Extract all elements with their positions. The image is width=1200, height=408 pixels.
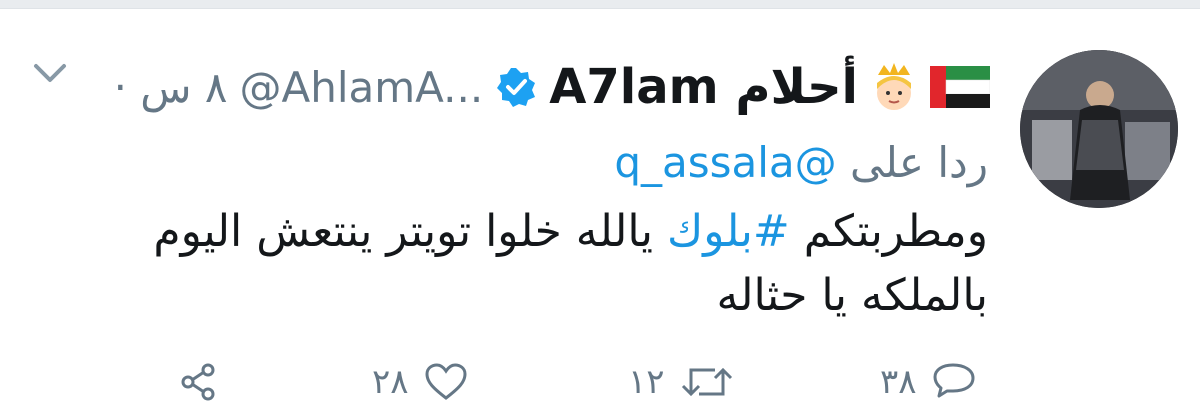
share-button[interactable]: [178, 362, 218, 402]
verified-badge-icon: [497, 68, 536, 107]
timestamp[interactable]: · ٨ س: [114, 63, 228, 112]
reply-mention-link[interactable]: @q_assala: [614, 138, 836, 187]
avatar-image: [1020, 50, 1178, 208]
tweet-actions: ٢٨ ١٢ ٣٨: [0, 362, 1200, 408]
retweet-icon: [681, 367, 732, 397]
reply-button[interactable]: ٣٨: [880, 362, 977, 402]
body-prefix: ومطربتكم: [803, 206, 988, 257]
like-count: ٢٨: [372, 362, 409, 402]
uae-flag-icon: [930, 66, 990, 108]
retweet-button[interactable]: ١٢: [628, 362, 735, 402]
reply-prefix: ردا على: [850, 138, 988, 187]
reply-count: ٣٨: [880, 362, 917, 402]
body-suffix: يالله خلوا تويتر ينتعش اليوم: [153, 206, 654, 257]
hashtag-link[interactable]: #بلوك: [667, 206, 790, 257]
avatar[interactable]: [1020, 50, 1178, 208]
tweet-text: ومطربتكم #بلوك يالله خلوا تويتر ينتعش ال…: [128, 200, 988, 328]
reply-context: ردا على @q_assala: [614, 138, 988, 187]
chevron-down-icon[interactable]: [28, 58, 72, 88]
share-icon: [181, 363, 215, 401]
like-button[interactable]: ٢٨: [372, 362, 469, 402]
tweet-line-2: بالملكه يا حثاله: [716, 270, 988, 321]
tweet-header: A7lam أحلام @AhlamA... · ٨ س: [114, 52, 990, 122]
retweet-count: ١٢: [628, 362, 665, 402]
top-divider: [0, 0, 1200, 9]
handle[interactable]: @AhlamA...: [239, 63, 483, 112]
reply-icon: [933, 363, 975, 398]
heart-icon: [425, 363, 467, 400]
princess-emoji-icon: [877, 63, 911, 110]
display-name[interactable]: A7lam أحلام: [549, 59, 858, 115]
tweet-line-1: ومطربتكم #بلوك يالله خلوا تويتر ينتعش ال…: [128, 200, 988, 264]
